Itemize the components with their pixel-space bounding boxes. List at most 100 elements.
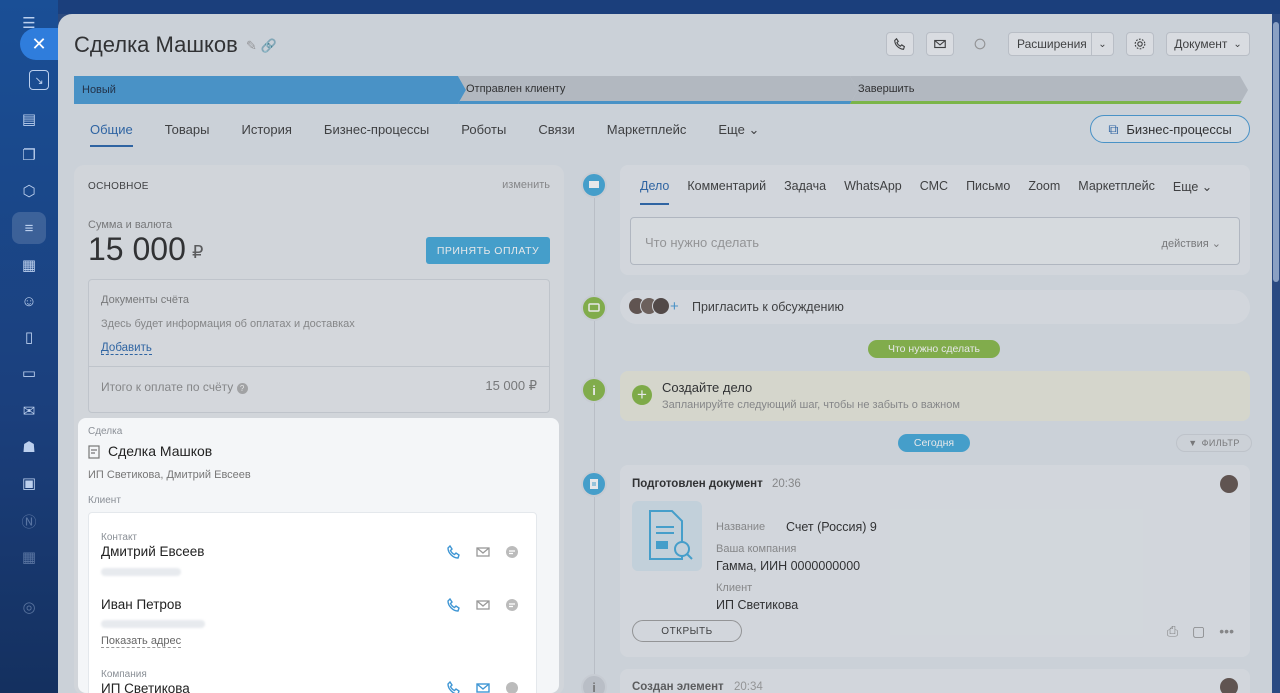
avatar-group <box>628 297 670 315</box>
created-event-card: Создан элемент 20:34 <box>620 669 1250 693</box>
business-processes-label: Бизнес-процессы <box>1126 121 1232 137</box>
tab-products[interactable]: Товары <box>165 122 210 146</box>
tab-business-processes[interactable]: Бизнес-процессы <box>324 122 429 146</box>
document-tools: ⎙ ▢ ••• <box>1167 623 1234 640</box>
tab-general[interactable]: Общие <box>90 122 133 147</box>
tab-marketplace[interactable]: Маркетплейс <box>607 122 687 146</box>
phone-icon[interactable] <box>445 543 462 560</box>
feed-icon[interactable]: ▤ <box>18 108 40 130</box>
hexagon-icon[interactable]: ⬡ <box>18 180 40 202</box>
open-button[interactable]: ОТКРЫТЬ <box>632 620 742 642</box>
phone-icon[interactable] <box>445 679 462 693</box>
todo-pill: Что нужно сделать <box>868 340 1000 358</box>
tab-more[interactable]: Еще ⌄ <box>718 122 759 146</box>
act-tab-more[interactable]: Еще ⌄ <box>1173 179 1212 194</box>
info-icon: i <box>581 377 607 403</box>
invite-text[interactable]: Пригласить к обсуждению <box>692 300 844 314</box>
call-button[interactable] <box>886 32 914 56</box>
mail-icon[interactable]: ✉ <box>18 400 40 422</box>
collapse-icon[interactable]: ↘ <box>29 70 49 90</box>
act-tab-email[interactable]: Письмо <box>966 179 1010 194</box>
close-slider-button[interactable]: ✕ <box>20 28 58 60</box>
comment-icon <box>589 181 599 188</box>
funnel-icon[interactable]: ≡ <box>18 217 40 239</box>
robot-icon[interactable]: ☺ <box>18 290 40 312</box>
chat-icon[interactable]: ❐ <box>18 144 40 166</box>
n-icon[interactable]: Ⓝ <box>18 510 40 532</box>
act-tab-whatsapp[interactable]: WhatsApp <box>844 179 902 194</box>
contact-actions <box>445 543 520 560</box>
monitor-icon[interactable]: ▣ <box>18 472 40 494</box>
act-tab-zoom[interactable]: Zoom <box>1028 179 1060 194</box>
show-address-link[interactable]: Показать адрес <box>101 635 182 648</box>
print-icon[interactable]: ⎙ <box>1167 623 1178 640</box>
envelope-icon <box>934 39 946 49</box>
filter-button[interactable]: ▼ ФИЛЬТР <box>1176 434 1252 452</box>
edit-link[interactable]: изменить <box>502 179 550 191</box>
document-thumbnail[interactable] <box>632 501 702 571</box>
extensions-button[interactable]: Расширения ⌄ <box>1008 32 1114 56</box>
card-icon[interactable]: ▭ <box>18 362 40 384</box>
company-name-link[interactable]: ИП Светикова <box>101 681 190 693</box>
deal-label: Сделка <box>88 426 123 437</box>
invite-bar[interactable]: + Пригласить к обсуждению <box>620 290 1250 324</box>
chat-bubble-icon[interactable] <box>503 543 520 560</box>
stage-sent[interactable]: Отправлен клиенту <box>458 76 858 104</box>
document-preview-icon <box>649 510 693 560</box>
act-tab-sms[interactable]: СМС <box>920 179 948 194</box>
event-title: Создан элемент <box>632 681 724 693</box>
help-icon[interactable]: ? <box>236 383 248 394</box>
event-time: 20:36 <box>772 478 801 490</box>
envelope-icon[interactable] <box>474 679 491 693</box>
scrollbar-thumb[interactable] <box>1273 22 1279 282</box>
phone-icon[interactable] <box>445 596 462 613</box>
invoice-documents-box: Документы счёта Здесь будет информация о… <box>88 279 550 413</box>
act-tab-task[interactable]: Дело <box>640 179 670 205</box>
envelope-icon[interactable] <box>474 543 491 560</box>
contacts-icon[interactable]: ☗ <box>18 436 40 458</box>
actions-dropdown[interactable]: действия ⌄ <box>1162 237 1221 250</box>
todo-input[interactable]: Что нужно сделать действия ⌄ <box>630 217 1240 265</box>
business-processes-button[interactable]: ⧉ Бизнес-процессы <box>1090 115 1250 143</box>
info-icon: i <box>581 674 607 693</box>
accept-payment-button[interactable]: ПРИНЯТЬ ОПЛАТУ <box>426 237 550 264</box>
create-task-card[interactable]: + Создайте дело Запланируйте следующий ш… <box>620 371 1250 421</box>
todo-title: Создайте дело <box>662 380 753 395</box>
plus-icon[interactable]: + <box>632 385 652 405</box>
title-edit-icons[interactable]: ✎🔗 <box>246 38 281 54</box>
stage-new[interactable]: Новый <box>74 76 466 104</box>
avatar <box>1220 678 1238 693</box>
settings-button[interactable] <box>1126 32 1154 56</box>
total-label: Итого к оплате по счёту ? <box>101 380 248 394</box>
tab-robots[interactable]: Роботы <box>461 122 506 146</box>
chat-bubble-icon[interactable] <box>503 596 520 613</box>
chat-button[interactable] <box>966 32 994 56</box>
act-tab-comment[interactable]: Комментарий <box>687 179 766 194</box>
calendar-icon[interactable]: ▦ <box>18 254 40 276</box>
tab-history[interactable]: История <box>241 122 291 146</box>
add-link[interactable]: Добавить <box>101 342 152 355</box>
deal-name-link[interactable]: Сделка Машков <box>108 443 212 459</box>
note-icon[interactable]: ▢ <box>1192 623 1205 640</box>
currency-symbol: ₽ <box>192 242 204 262</box>
document-icon[interactable]: ▯ <box>18 326 40 348</box>
plus-icon[interactable]: + <box>670 298 679 315</box>
tab-links[interactable]: Связи <box>538 122 574 146</box>
act-tab-marketplace[interactable]: Маркетплейс <box>1078 179 1155 194</box>
document-button[interactable]: Документ ⌄ <box>1166 32 1250 56</box>
envelope-icon[interactable] <box>474 596 491 613</box>
stage-finish[interactable]: Завершить <box>850 76 1248 104</box>
more-icon[interactable]: ••• <box>1219 623 1234 640</box>
contact-name-link[interactable]: Дмитрий Евсеев <box>101 544 204 559</box>
deal-client-block: Сделка Сделка Машков ИП Светикова, Дмитр… <box>78 418 559 693</box>
phone-icon <box>894 37 906 50</box>
document-label: Документ <box>1174 37 1228 51</box>
email-button[interactable] <box>926 32 954 56</box>
grid-icon[interactable]: ▦ <box>18 546 40 568</box>
act-tab-todo[interactable]: Задача <box>784 179 826 194</box>
contact-name-link[interactable]: Иван Петров <box>101 597 182 612</box>
settings-icon[interactable]: ◎ <box>18 596 40 618</box>
avatar <box>652 297 670 315</box>
chat-bubble-icon[interactable] <box>503 679 520 693</box>
doc-client-value: ИП Светикова <box>716 598 799 612</box>
